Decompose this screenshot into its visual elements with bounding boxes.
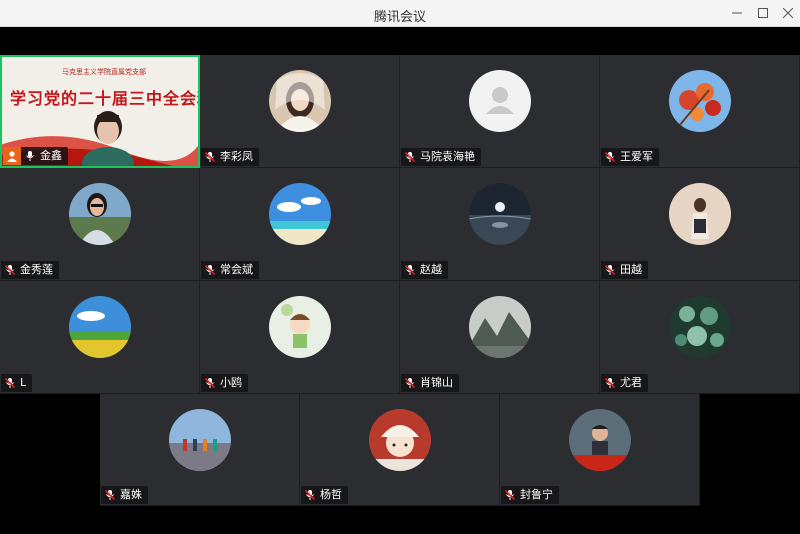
participant-name: 杨哲 bbox=[320, 488, 342, 501]
participant-avatar bbox=[169, 409, 231, 471]
participant-avatar bbox=[69, 183, 131, 245]
minimize-icon[interactable] bbox=[726, 3, 748, 23]
participant-name-tag: 小鸥 bbox=[201, 374, 248, 392]
mic-muted-icon bbox=[4, 377, 16, 389]
participant-name: 李彩凤 bbox=[220, 150, 253, 163]
participant-name: 金鑫 bbox=[40, 149, 62, 162]
participant-avatar bbox=[669, 296, 731, 358]
participant-tile[interactable]: 尤君 bbox=[600, 281, 800, 394]
mic-muted-icon bbox=[404, 264, 416, 276]
participant-tile[interactable]: 李彩凤 bbox=[200, 55, 400, 168]
user-icon bbox=[3, 147, 21, 165]
mic-muted-icon bbox=[204, 264, 216, 276]
maximize-icon[interactable] bbox=[752, 3, 774, 23]
participant-name-tag: 马院袁海艳 bbox=[401, 148, 481, 166]
mic-muted-icon bbox=[404, 377, 416, 389]
mic-muted-icon bbox=[604, 377, 616, 389]
participant-avatar bbox=[69, 296, 131, 358]
participant-tile[interactable]: 赵越 bbox=[400, 168, 600, 281]
participant-name: 赵越 bbox=[420, 263, 442, 276]
mic-muted-icon bbox=[4, 264, 16, 276]
mic-muted-icon bbox=[604, 264, 616, 276]
participant-name: 王爱军 bbox=[620, 150, 653, 163]
participant-tile[interactable]: 马院袁海艳 bbox=[400, 55, 600, 168]
mic-icon bbox=[26, 151, 34, 161]
window-title: 腾讯会议 bbox=[373, 10, 426, 25]
speaker-name-tag: 金鑫 bbox=[21, 147, 68, 165]
participant-tile[interactable]: 杨哲 bbox=[300, 394, 500, 506]
title-bar: 腾讯会议 bbox=[0, 0, 800, 27]
participant-name-tag: 肖锦山 bbox=[401, 374, 459, 392]
participant-tile[interactable]: 肖锦山 bbox=[400, 281, 600, 394]
mic-muted-icon bbox=[504, 489, 516, 501]
participant-tile[interactable]: 金秀莲 bbox=[0, 168, 200, 281]
participant-name: 封鲁宁 bbox=[520, 488, 553, 501]
participant-avatar bbox=[569, 409, 631, 471]
participant-name: 马院袁海艳 bbox=[420, 150, 475, 163]
participant-avatar bbox=[269, 183, 331, 245]
participant-name: 金秀莲 bbox=[20, 263, 53, 276]
participant-name-tag: 嘉姝 bbox=[101, 486, 148, 504]
participant-name-tag: 李彩凤 bbox=[201, 148, 259, 166]
participant-name-tag: 王爱军 bbox=[601, 148, 659, 166]
participant-name: L bbox=[20, 376, 27, 389]
participant-tile[interactable]: 嘉姝 bbox=[100, 394, 300, 506]
participant-name: 尤君 bbox=[620, 376, 642, 389]
participant-tile[interactable]: 封鲁宁 bbox=[500, 394, 700, 506]
participant-name-tag: 田越 bbox=[601, 261, 648, 279]
participant-name-tag: 常会斌 bbox=[201, 261, 259, 279]
participant-name: 嘉姝 bbox=[120, 488, 142, 501]
active-speaker-tile[interactable]: 马克思主义学院直属党支部 学习党的二十届三中全会精神 金鑫 bbox=[0, 55, 200, 168]
participant-avatar bbox=[469, 70, 531, 132]
participant-name-tag: 杨哲 bbox=[301, 486, 348, 504]
banner-subtitle: 马克思主义学院直属党支部 bbox=[62, 68, 146, 76]
participant-name-tag: L bbox=[1, 374, 33, 392]
close-icon[interactable] bbox=[777, 3, 799, 23]
participant-name-tag: 金秀莲 bbox=[1, 261, 59, 279]
participant-avatar bbox=[669, 70, 731, 132]
banner-title: 学习党的二十届三中全会精神 bbox=[10, 89, 198, 108]
top-gap bbox=[0, 27, 800, 55]
participant-name-tag: 封鲁宁 bbox=[501, 486, 559, 504]
mic-muted-icon bbox=[404, 151, 416, 163]
mic-muted-icon bbox=[304, 489, 316, 501]
participant-avatar bbox=[669, 183, 731, 245]
participant-name: 田越 bbox=[620, 263, 642, 276]
participant-avatar bbox=[469, 296, 531, 358]
participant-name-tag: 赵越 bbox=[401, 261, 448, 279]
participant-tile[interactable]: 常会斌 bbox=[200, 168, 400, 281]
participant-tile[interactable]: 王爱军 bbox=[600, 55, 800, 168]
participant-name: 肖锦山 bbox=[420, 376, 453, 389]
mic-muted-icon bbox=[104, 489, 116, 501]
participant-name: 小鸥 bbox=[220, 376, 242, 389]
mic-muted-icon bbox=[204, 151, 216, 163]
participant-name-tag: 尤君 bbox=[601, 374, 648, 392]
mic-muted-icon bbox=[204, 377, 216, 389]
participant-tile[interactable]: L bbox=[0, 281, 200, 394]
mic-muted-icon bbox=[604, 151, 616, 163]
participant-avatar bbox=[369, 409, 431, 471]
participant-name: 常会斌 bbox=[220, 263, 253, 276]
participant-avatar bbox=[269, 70, 331, 132]
participant-avatar bbox=[469, 183, 531, 245]
participant-tile[interactable]: 田越 bbox=[600, 168, 800, 281]
participant-avatar bbox=[269, 296, 331, 358]
participant-tile[interactable]: 小鸥 bbox=[200, 281, 400, 394]
